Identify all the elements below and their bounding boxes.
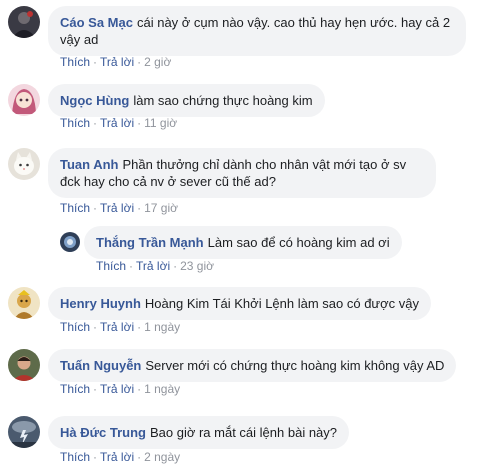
comment-bubble: Hà Đức Trung Bao giờ ra mắt cái lệnh bài …	[48, 416, 350, 449]
like-link[interactable]: Thích	[60, 55, 90, 69]
comment-bubble: Tuấn Nguyễn Server mới có chứng thực hoàn…	[48, 349, 457, 382]
separator: ·	[137, 382, 142, 396]
like-link[interactable]: Thích	[60, 320, 90, 334]
comment-author[interactable]: Cáo Sa Mạc	[60, 15, 133, 30]
reply-link[interactable]: Trả lời	[100, 320, 134, 334]
like-link[interactable]: Thích	[60, 450, 90, 464]
comment-text: làm sao chứng thực hoàng kim	[133, 93, 313, 108]
comment-author[interactable]: Hà Đức Trung	[60, 425, 146, 440]
separator: ·	[93, 320, 98, 334]
timestamp[interactable]: 11 giờ	[144, 116, 177, 130]
comment-actions: Thích · Trả lời · 17 giờ	[60, 201, 178, 215]
comment-bubble: Henry Huynh Hoàng Kim Tái Khởi Lệnh làm s…	[48, 287, 431, 320]
comment-text: Bao giờ ra mắt cái lệnh bài này?	[149, 425, 338, 440]
avatar-blue-emblem-icon[interactable]	[60, 232, 80, 252]
avatar-storm-icon[interactable]	[8, 416, 40, 448]
comment-bubble: Ngọc Hùng làm sao chứng thực hoàng kim	[48, 84, 325, 117]
comment-bubble: Tuan Anh Phần thưởng chỉ dành cho nhân vậ…	[48, 148, 436, 198]
comment-text: Server mới có chứng thực hoàng kim không…	[145, 358, 445, 373]
reply-link[interactable]: Trả lời	[136, 259, 170, 273]
separator: ·	[129, 259, 134, 273]
comment-actions: Thích · Trả lời · 1 ngày	[60, 382, 180, 396]
like-link[interactable]: Thích	[60, 382, 90, 396]
timestamp[interactable]: 17 giờ	[144, 201, 178, 215]
avatar-monkey-icon[interactable]	[8, 287, 40, 319]
timestamp[interactable]: 23 giờ	[180, 259, 214, 273]
avatar-white-cat-icon[interactable]	[8, 148, 40, 180]
timestamp[interactable]: 2 ngày	[144, 450, 180, 464]
reply-link[interactable]: Trả lời	[100, 116, 134, 130]
comment-actions: Thích · Trả lời · 2 ngày	[60, 450, 180, 464]
reply-link[interactable]: Trả lời	[100, 450, 134, 464]
comment-author[interactable]: Henry Huynh	[60, 296, 141, 311]
comment-actions: Thích · Trả lời · 1 ngày	[60, 320, 180, 334]
like-link[interactable]: Thích	[60, 116, 90, 130]
comment-actions: Thích · Trả lời · 11 giờ	[60, 116, 177, 130]
comment-actions: Thích · Trả lời · 2 giờ	[60, 55, 171, 69]
comment-text: Hoàng Kim Tái Khởi Lệnh làm sao có được …	[144, 296, 419, 311]
comment-author[interactable]: Ngọc Hùng	[60, 93, 129, 108]
timestamp[interactable]: 1 ngày	[144, 320, 180, 334]
separator: ·	[137, 320, 142, 334]
separator: ·	[93, 201, 98, 215]
avatar-person-red-icon[interactable]	[8, 349, 40, 381]
avatar-anime-girl-icon[interactable]	[8, 84, 40, 116]
comment-author[interactable]: Thắng Trần Mạnh	[96, 235, 204, 250]
avatar-dark-figure-icon[interactable]	[8, 6, 40, 38]
reply-link[interactable]: Trả lời	[100, 55, 134, 69]
like-link[interactable]: Thích	[60, 201, 90, 215]
comment-bubble: Thắng Trần Mạnh Làm sao để có hoàng kim a…	[84, 226, 402, 259]
comment-author[interactable]: Tuan Anh	[60, 157, 119, 172]
timestamp[interactable]: 2 giờ	[144, 55, 171, 69]
comment-author[interactable]: Tuấn Nguyễn	[60, 358, 141, 373]
separator: ·	[137, 116, 142, 130]
timestamp[interactable]: 1 ngày	[144, 382, 180, 396]
separator: ·	[93, 116, 98, 130]
separator: ·	[137, 201, 142, 215]
comment-text: Làm sao để có hoàng kim ad ơi	[207, 235, 390, 250]
comment-bubble: Cáo Sa Mạc cái này ở cụm nào vậy. cao thủ…	[48, 6, 466, 56]
comment-actions: Thích · Trả lời · 23 giờ	[96, 259, 214, 273]
like-link[interactable]: Thích	[96, 259, 126, 273]
separator: ·	[93, 450, 98, 464]
reply-link[interactable]: Trả lời	[100, 201, 134, 215]
separator: ·	[137, 450, 142, 464]
separator: ·	[93, 382, 98, 396]
separator: ·	[93, 55, 98, 69]
separator: ·	[137, 55, 142, 69]
reply-link[interactable]: Trả lời	[100, 382, 134, 396]
separator: ·	[173, 259, 178, 273]
